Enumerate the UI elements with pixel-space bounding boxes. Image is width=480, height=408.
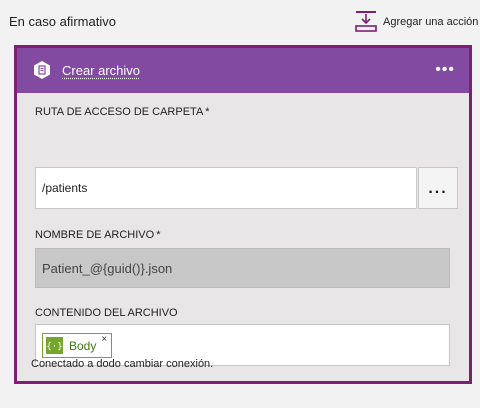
file-name-label: NOMBRE DE ARCHIVO *	[35, 229, 160, 241]
body-token[interactable]: {·} Body ×	[42, 333, 113, 358]
more-options-button[interactable]: •••	[435, 61, 455, 79]
file-name-value: Patient_@{guid()}.json	[42, 260, 173, 276]
svg-text:{·}: {·}	[46, 342, 62, 352]
file-icon	[34, 61, 50, 79]
folder-path-label: RUTA DE ACCESO DE CARPETA *	[35, 106, 210, 118]
file-name-label-text: NOMBRE DE ARCHIVO	[35, 229, 155, 241]
branch-label: En caso afirmativo	[9, 14, 116, 29]
folder-path-label-text: RUTA DE ACCESO DE CARPETA	[35, 106, 204, 118]
add-action-label: Agregar una acción	[383, 16, 479, 28]
required-mark: *	[156, 229, 161, 241]
connection-status[interactable]: Conectado a dodo cambiar conexión.	[31, 358, 213, 370]
browse-folder-button[interactable]: ...	[418, 167, 458, 209]
curly-braces-icon: {·}	[46, 337, 63, 354]
add-action-icon	[355, 11, 377, 32]
file-name-input[interactable]: Patient_@{guid()}.json	[35, 248, 450, 288]
card-title[interactable]: Crear archivo	[62, 63, 140, 78]
create-file-card: Crear archivo ••• RUTA DE ACCESO DE CARP…	[14, 45, 472, 384]
card-body: RUTA DE ACCESO DE CARPETA * /patients ...…	[17, 93, 469, 381]
file-content-label: CONTENIDO DEL ARCHIVO	[35, 307, 178, 319]
remove-token-icon[interactable]: ×	[101, 334, 107, 345]
folder-path-value: /patients	[42, 181, 88, 195]
folder-path-input[interactable]: /patients	[35, 167, 417, 209]
card-header[interactable]: Crear archivo •••	[17, 48, 469, 93]
required-mark: *	[205, 106, 210, 118]
body-token-label: Body	[69, 338, 97, 353]
add-action-button[interactable]: Agregar una acción	[355, 10, 478, 32]
